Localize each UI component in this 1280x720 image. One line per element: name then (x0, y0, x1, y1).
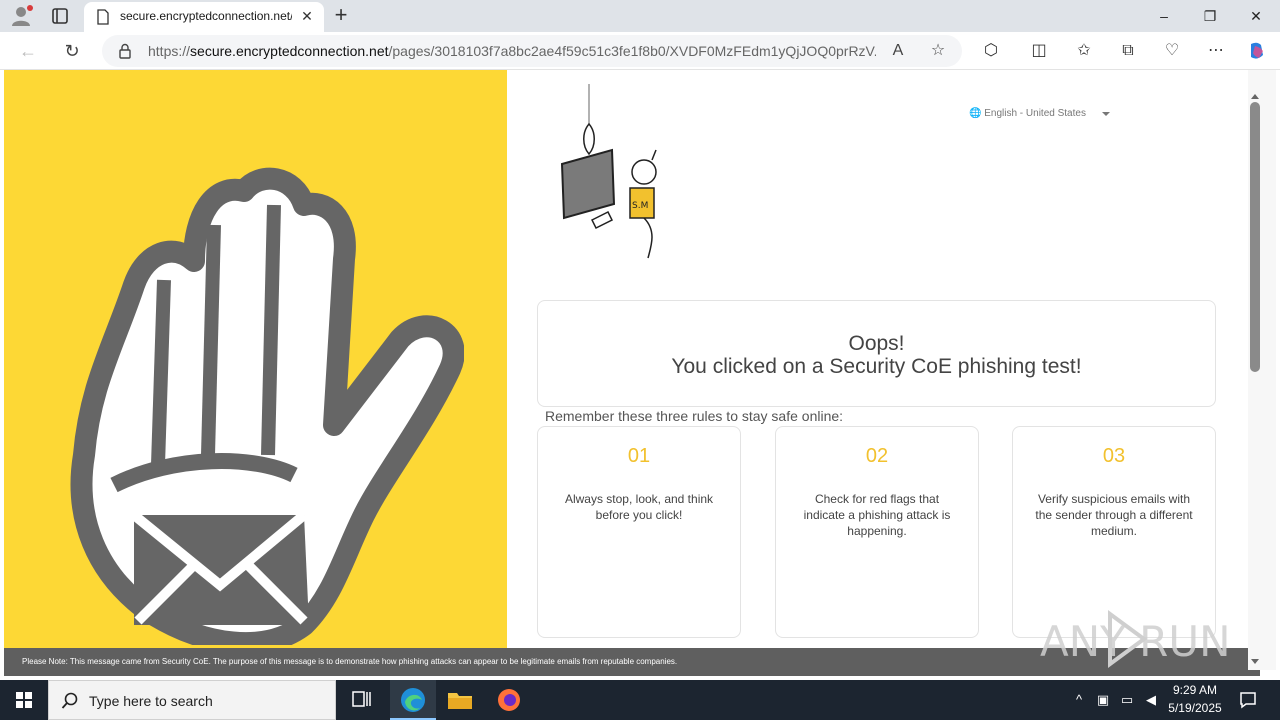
page-scrollbar[interactable] (1248, 70, 1276, 670)
copilot-icon[interactable] (1246, 41, 1268, 61)
favorites-icon[interactable]: ✩ (1073, 41, 1095, 61)
rule-number: 03 (1102, 445, 1126, 467)
url-text[interactable]: https://secure.encryptedconnection.net/p… (148, 43, 876, 59)
clock-time[interactable]: 9:29 AM (1168, 683, 1222, 697)
refresh-button[interactable]: ↻ (61, 40, 83, 62)
minimize-button[interactable]: – (1141, 4, 1187, 28)
taskbar-search-box[interactable]: Type here to search (48, 680, 336, 720)
oops-heading: Oops! (848, 332, 905, 355)
rule-number: 02 (865, 445, 889, 467)
oops-subheading: You clicked on a Security CoE phishing t… (671, 355, 1082, 378)
windows-start-icon[interactable] (0, 680, 48, 720)
rule-card-2: 02 Check for red flags that indicate a p… (775, 426, 979, 638)
search-placeholder: Type here to search (89, 693, 213, 709)
rule-card-1: 01 Always stop, look, and think before y… (537, 426, 741, 638)
windows-taskbar: Type here to search ^ ▣ ▭ ◀ 9:29 AM 5/19… (0, 680, 1280, 720)
rule-text: Check for red flags that indicate a phis… (803, 492, 951, 538)
browser-essentials-icon[interactable]: ♡ (1161, 41, 1183, 61)
restore-button[interactable]: ❐ (1187, 4, 1233, 28)
edge-icon (401, 688, 425, 712)
file-explorer-icon[interactable] (440, 684, 480, 716)
tab-close-button[interactable]: ✕ (300, 9, 314, 23)
watermark-text: ANY RUN (1040, 617, 1231, 666)
taskbar-edge-active[interactable] (390, 680, 436, 720)
profile-icon[interactable] (10, 5, 34, 27)
active-tab[interactable]: secure.encryptedconnection.net/ ✕ (84, 2, 324, 32)
illustration-badge: S.M (632, 201, 648, 211)
clock-date[interactable]: 5/19/2025 (1160, 701, 1230, 715)
rule-card-3: 03 Verify suspicious emails with the sen… (1012, 426, 1216, 638)
task-view-icon[interactable] (342, 684, 382, 716)
meet-now-icon[interactable]: ▣ (1094, 690, 1112, 710)
anyrun-watermark-icon: ANY RUN (1040, 610, 1231, 668)
stop-hand-panel (4, 70, 507, 650)
new-tab-button[interactable]: + (330, 4, 352, 26)
url-path: /pages/3018103f7a8bc2ae4f59c51c3fe1f8b0/… (388, 43, 877, 59)
tab-title: secure.encryptedconnection.net/ (120, 9, 292, 23)
rule-number: 01 (627, 445, 651, 467)
tab-actions-icon[interactable] (50, 6, 70, 26)
language-selector[interactable]: 🌐 English - United States (969, 108, 1086, 119)
favorite-star-icon[interactable]: ☆ (928, 41, 948, 61)
lock-icon[interactable] (118, 43, 132, 59)
browser-titlebar: secure.encryptedconnection.net/ ✕ + – ❐ … (0, 0, 1280, 32)
page-icon (97, 9, 109, 25)
close-window-button[interactable]: ✕ (1233, 4, 1279, 28)
phishing-test-page: S.M 🌐 English - United States Oops! You … (4, 70, 1248, 650)
address-bar[interactable]: https://secure.encryptedconnection.net/p… (102, 35, 962, 67)
chevron-down-icon[interactable] (1101, 110, 1111, 118)
notification-icon[interactable] (1238, 690, 1258, 710)
more-icon[interactable]: ⋯ (1205, 41, 1227, 61)
phishing-hook-illustration: S.M (560, 84, 657, 259)
rule-text: Always stop, look, and think before you … (564, 492, 714, 522)
url-scheme: https:// (148, 43, 191, 59)
tray-chevron-icon[interactable]: ^ (1070, 690, 1088, 710)
rule-text: Verify suspicious emails with the sender… (1035, 492, 1193, 538)
back-button[interactable]: ← (17, 40, 39, 62)
rules-heading: Remember these three rules to stay safe … (545, 408, 844, 424)
scroll-up-icon[interactable] (1250, 92, 1260, 100)
stop-hand-envelope-icon (70, 167, 464, 645)
extensions-icon[interactable]: ⬡ (980, 41, 1002, 61)
read-aloud-icon[interactable]: A (888, 41, 908, 61)
content-panel: S.M 🌐 English - United States Oops! You … (507, 70, 1248, 650)
network-icon[interactable]: ▭ (1118, 690, 1136, 710)
search-icon (61, 692, 78, 709)
scroll-down-icon[interactable] (1250, 658, 1260, 666)
collections-icon[interactable]: ⧉ (1117, 41, 1139, 61)
oops-message-card: Oops! You clicked on a Security CoE phis… (537, 300, 1216, 407)
volume-icon[interactable]: ◀ (1142, 690, 1160, 710)
split-screen-icon[interactable]: ◫ (1028, 41, 1050, 61)
scroll-thumb[interactable] (1250, 102, 1260, 372)
browser-toolbar: ← ↻ https://secure.encryptedconnection.n… (0, 32, 1280, 70)
url-host: secure.encryptedconnection.net (190, 43, 389, 59)
firefox-icon[interactable] (489, 684, 529, 716)
